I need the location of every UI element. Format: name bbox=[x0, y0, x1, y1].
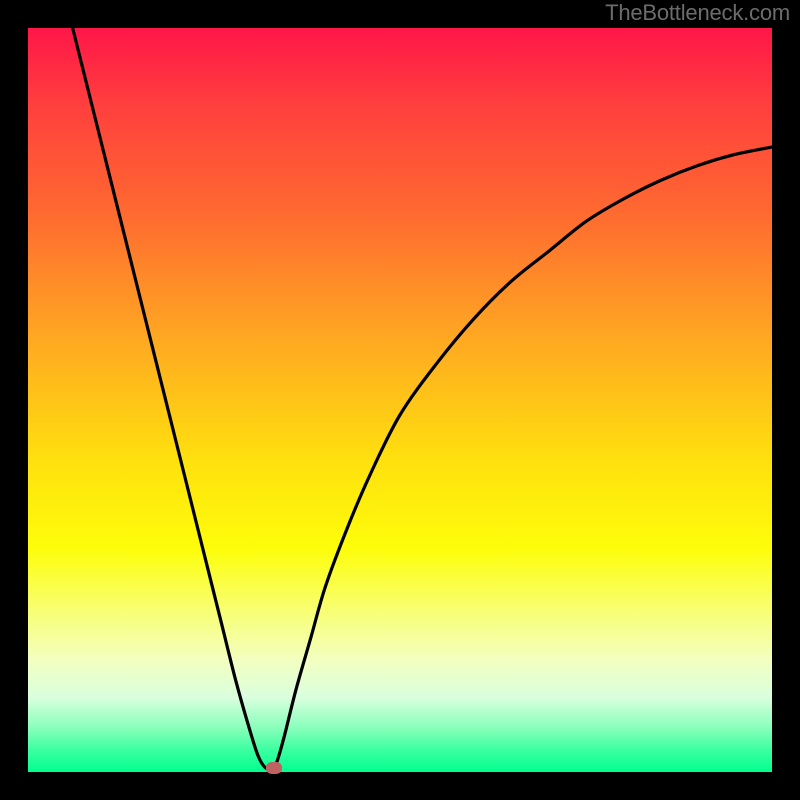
watermark-text: TheBottleneck.com bbox=[605, 0, 790, 26]
plot-area bbox=[28, 28, 772, 772]
optimum-marker bbox=[266, 762, 282, 774]
chart-frame: TheBottleneck.com bbox=[0, 0, 800, 800]
